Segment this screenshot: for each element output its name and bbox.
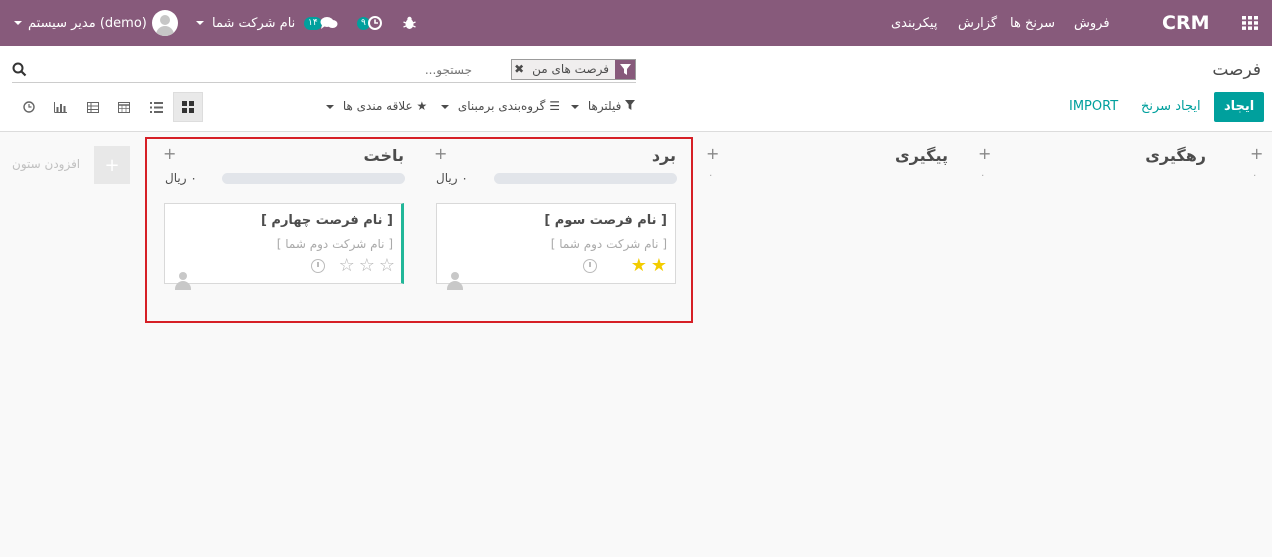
search-facet[interactable]: ✖ فرصت های من xyxy=(511,59,636,80)
avatar xyxy=(151,10,178,36)
card-company: [ نام شرکت دوم شما ] xyxy=(550,237,667,251)
grid-icon xyxy=(1242,16,1258,30)
activity-menu-button[interactable]: ۹ xyxy=(357,0,382,46)
chevron-down-icon xyxy=(14,21,22,25)
table-icon xyxy=(87,101,99,113)
kanban-card[interactable]: [ نام فرصت چهارم ] [ نام شرکت دوم شما ] … xyxy=(164,203,404,290)
graph-view-button[interactable] xyxy=(45,92,75,122)
user-name: مدیر سیستم (demo) xyxy=(28,15,147,31)
filters-label: فیلترها xyxy=(587,99,622,113)
star-outline-icon[interactable]: ☆ xyxy=(339,257,355,275)
kanban-card[interactable]: [ نام فرصت سوم ] [ نام شرکت دوم شما ] ★ … xyxy=(436,203,676,290)
kanban-view-button[interactable] xyxy=(173,92,203,122)
company-switcher[interactable]: نام شرکت شما xyxy=(196,0,295,46)
bar-chart-icon xyxy=(53,101,67,113)
quick-create-plus-icon[interactable]: + xyxy=(163,144,176,163)
bars-icon: ☰ xyxy=(549,99,560,113)
messaging-menu-button[interactable]: ۱۴ xyxy=(304,0,338,46)
filter-icon xyxy=(615,60,635,79)
column-title-qualification[interactable]: رهگیری xyxy=(1145,146,1206,165)
star-outline-icon[interactable]: ☆ xyxy=(379,257,395,275)
calendar-icon xyxy=(118,102,130,113)
menu-reporting[interactable]: گزارش xyxy=(958,0,997,46)
create-button[interactable]: ایجاد xyxy=(1214,92,1265,122)
star-icon: ★ xyxy=(416,99,428,113)
favorites-label: علاقه مندی ها xyxy=(342,99,413,113)
groupby-label: گروه‌بندی برمبنای xyxy=(457,99,546,113)
facet-label: فرصت های من xyxy=(532,62,609,76)
pivot-view-button[interactable] xyxy=(78,92,108,122)
plus-icon: + xyxy=(104,154,120,176)
calendar-view-button[interactable] xyxy=(109,92,139,122)
user-menu[interactable]: مدیر سیستم (demo) xyxy=(14,0,178,46)
column-progressbar[interactable] xyxy=(222,173,405,184)
debug-button[interactable] xyxy=(403,0,416,46)
quick-create-plus-icon[interactable]: + xyxy=(706,144,719,163)
kanban-board: + رهگیری ۰ + پیگیری ۰ + ۰ برد + ۰ ریال [… xyxy=(0,132,1272,557)
apps-menu-button[interactable] xyxy=(1242,0,1258,46)
activity-clock-icon[interactable] xyxy=(583,259,597,273)
top-navbar: CRM فروش سرنخ ها گزارش پیکربندی ۹ ۱۴ نام… xyxy=(0,0,1272,46)
kanban-icon xyxy=(182,101,194,113)
chevron-down-icon xyxy=(196,21,204,25)
breadcrumb: فرصت xyxy=(1212,60,1261,80)
chevron-down-icon xyxy=(326,104,334,109)
priority-widget[interactable]: ★ ★ xyxy=(631,257,667,275)
column-amount: ۰ xyxy=(1252,170,1258,181)
company-name: نام شرکت شما xyxy=(212,15,296,31)
menu-leads[interactable]: سرنخ ها xyxy=(1010,0,1055,46)
user-avatar-icon xyxy=(446,272,464,290)
comments-icon xyxy=(320,17,338,29)
priority-widget[interactable]: ☆ ☆ ☆ xyxy=(339,257,395,275)
column-amount: ۰ xyxy=(980,170,986,181)
card-title: [ نام فرصت سوم ] xyxy=(544,213,667,228)
clock-icon xyxy=(23,101,35,113)
star-icon[interactable]: ★ xyxy=(631,257,647,275)
control-panel: فرصت ✖ فرصت های من ایجاد ایجاد سرنخ IMPO… xyxy=(0,46,1272,132)
clock-icon xyxy=(367,16,382,30)
chevron-down-icon xyxy=(571,104,579,109)
search-input[interactable] xyxy=(312,59,472,81)
menu-configuration[interactable]: پیکربندی xyxy=(891,0,937,46)
list-icon xyxy=(149,101,163,113)
add-column-label[interactable]: افزودن ستون xyxy=(12,157,80,171)
column-title-followup[interactable]: پیگیری xyxy=(895,146,948,165)
activity-clock-icon[interactable] xyxy=(311,259,325,273)
search-icon[interactable] xyxy=(12,62,27,77)
card-company: [ نام شرکت دوم شما ] xyxy=(276,237,393,251)
star-outline-icon[interactable]: ☆ xyxy=(359,257,375,275)
column-amount: ۰ xyxy=(708,170,714,181)
groupby-dropdown[interactable]: ☰ گروه‌بندی برمبنای xyxy=(441,99,560,113)
column-title-won[interactable]: برد xyxy=(652,146,676,165)
close-icon[interactable]: ✖ xyxy=(512,60,526,79)
bug-icon xyxy=(403,16,416,29)
import-button[interactable]: IMPORT xyxy=(1069,92,1118,122)
column-amount: ۰ ریال xyxy=(436,171,468,185)
column-amount: ۰ ریال xyxy=(165,171,197,185)
add-column-button[interactable]: + xyxy=(94,146,130,184)
quick-create-plus-icon[interactable]: + xyxy=(978,144,991,163)
app-brand[interactable]: CRM xyxy=(1162,0,1209,46)
star-icon[interactable]: ★ xyxy=(651,257,667,275)
column-progressbar[interactable] xyxy=(494,173,677,184)
chevron-down-icon xyxy=(441,104,449,109)
filter-icon xyxy=(621,99,636,113)
card-title: [ نام فرصت چهارم ] xyxy=(260,213,393,228)
menu-sales[interactable]: فروش xyxy=(1074,0,1110,46)
create-lead-button[interactable]: ایجاد سرنخ xyxy=(1141,92,1201,122)
favorites-dropdown[interactable]: ★ علاقه مندی ها xyxy=(326,99,427,113)
filters-dropdown[interactable]: فیلترها xyxy=(571,99,636,113)
user-avatar-icon xyxy=(174,272,192,290)
activity-view-button[interactable] xyxy=(14,92,44,122)
list-view-button[interactable] xyxy=(141,92,171,122)
quick-create-plus-icon[interactable]: + xyxy=(1250,144,1263,163)
quick-create-plus-icon[interactable]: + xyxy=(434,144,447,163)
column-title-lost[interactable]: باخت xyxy=(364,146,404,165)
search-bar: ✖ فرصت های من xyxy=(12,57,636,83)
